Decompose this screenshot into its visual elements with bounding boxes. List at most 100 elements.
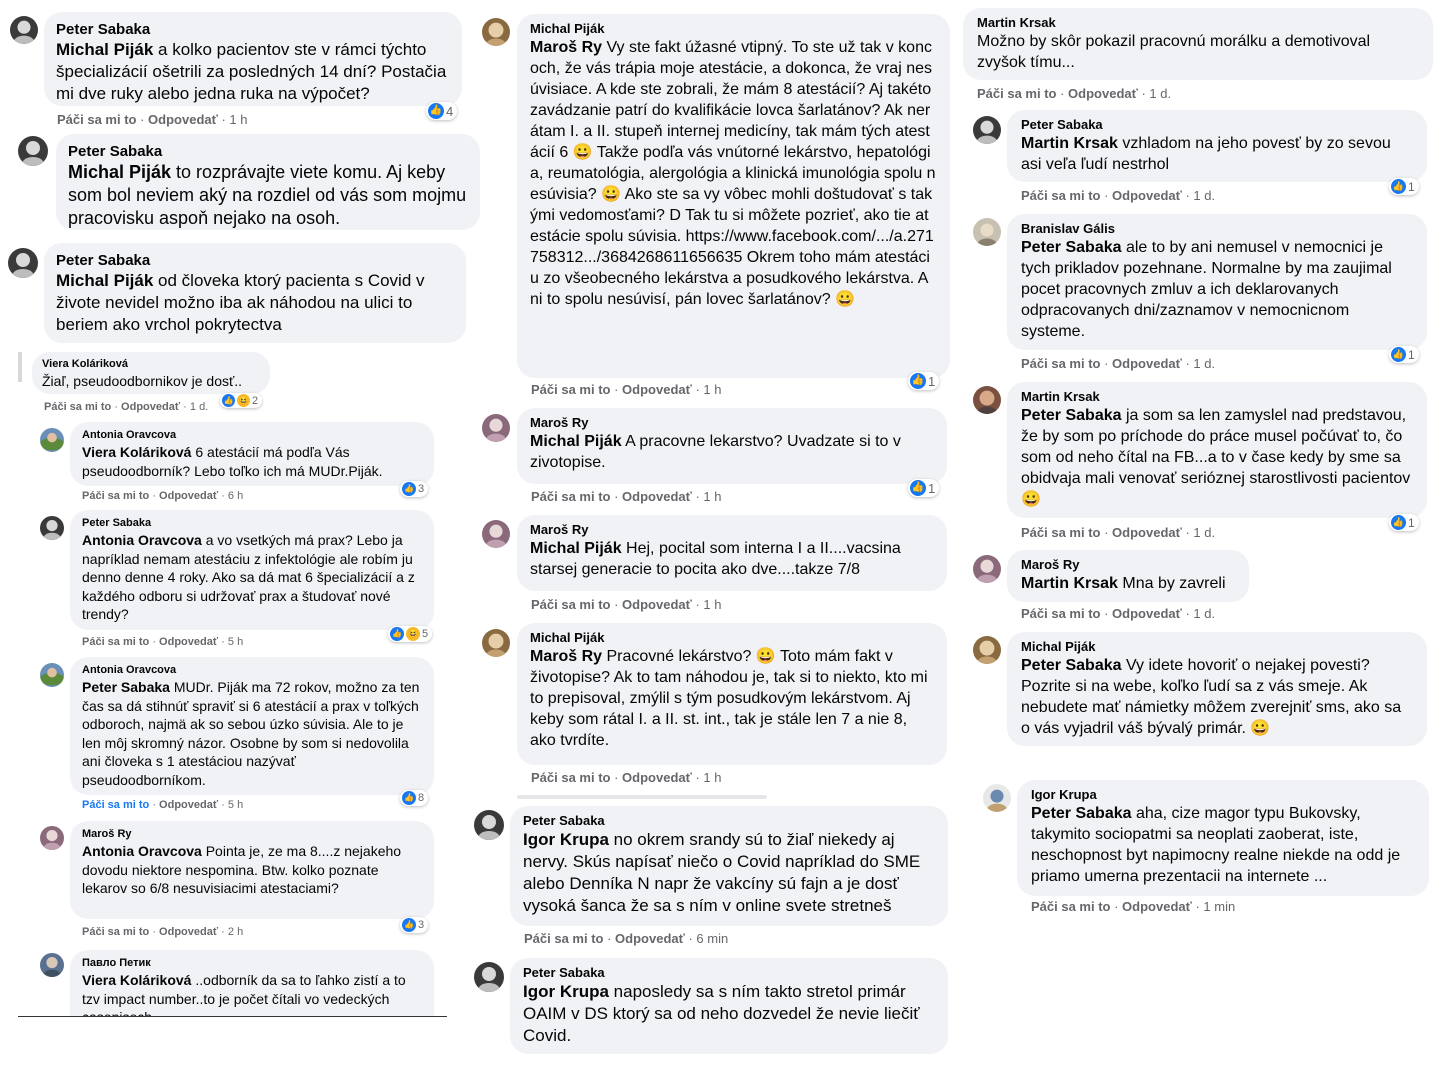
comment-author[interactable]: Antonia Oravcova	[82, 663, 422, 678]
reply-link[interactable]: Odpovedať	[622, 770, 692, 785]
reaction-count[interactable]: 👍 😆 2	[220, 393, 263, 408]
reaction-count[interactable]: 👍 3	[400, 917, 429, 933]
comment-mention[interactable]: Martin Krsak	[1021, 575, 1118, 592]
comment-mention[interactable]: Maroš Ry	[530, 648, 602, 665]
reply-link[interactable]: Odpovedať	[1112, 606, 1182, 621]
comment-time[interactable]: 6 h	[228, 490, 243, 502]
comment-author[interactable]: Martin Krsak	[977, 15, 1419, 31]
comment-mention[interactable]: Peter Sabaka	[1031, 805, 1132, 822]
comment-mention[interactable]: Viera Koláriková	[82, 444, 191, 460]
like-link[interactable]: Páči sa mi to	[531, 597, 610, 612]
comment-time[interactable]: 1 d.	[1193, 188, 1215, 203]
comment-time[interactable]: 1 d.	[190, 401, 208, 413]
comment-author[interactable]: Michal Piják	[530, 21, 937, 37]
like-link[interactable]: Páči sa mi to	[531, 770, 610, 785]
comment-author[interactable]: Igor Krupa	[1031, 787, 1415, 803]
comment-mention[interactable]: Peter Sabaka	[1021, 239, 1122, 256]
reply-link[interactable]: Odpovedať	[1122, 899, 1192, 914]
comment-mention[interactable]: Antonia Oravcova	[82, 843, 202, 859]
reply-link[interactable]: Odpovedať	[148, 112, 218, 127]
reaction-count[interactable]: 👍 1	[1389, 178, 1419, 195]
comment-author[interactable]: Peter Sabaka	[56, 20, 450, 39]
reply-link[interactable]: Odpovedať	[159, 490, 218, 502]
comment-mention[interactable]: Peter Sabaka	[1021, 657, 1122, 674]
reply-link[interactable]: Odpovedať	[622, 382, 692, 397]
comment-time[interactable]: 1 h	[703, 770, 721, 785]
comment-mention[interactable]: Michal Piják	[530, 540, 622, 557]
like-link[interactable]: Páči sa mi to	[524, 931, 603, 946]
like-link[interactable]: Páči sa mi to	[977, 86, 1056, 101]
avatar[interactable]	[474, 810, 504, 840]
like-link[interactable]: Páči sa mi to	[44, 401, 111, 413]
avatar[interactable]	[973, 555, 1001, 583]
comment-mention[interactable]: Peter Sabaka	[82, 679, 170, 695]
avatar[interactable]	[973, 116, 1001, 144]
comment-time[interactable]: 1 h	[229, 112, 247, 127]
reply-link[interactable]: Odpovedať	[622, 597, 692, 612]
comment-author[interactable]: Peter Sabaka	[68, 142, 468, 161]
reaction-count[interactable]: 👍 3	[400, 481, 429, 497]
comment-author[interactable]: Branislav Gális	[1021, 221, 1413, 237]
like-link[interactable]: Páči sa mi to	[82, 926, 149, 938]
avatar[interactable]	[482, 629, 510, 657]
avatar[interactable]	[482, 18, 510, 46]
comment-mention[interactable]: Michal Piják	[56, 271, 153, 290]
comment-time[interactable]: 5 h	[228, 636, 243, 648]
reply-link[interactable]: Odpovedať	[622, 489, 692, 504]
comment-mention[interactable]: Michal Piják	[68, 162, 171, 182]
comment-author[interactable]: Maroš Ry	[530, 415, 934, 431]
comment-author[interactable]: Viera Koláriková	[42, 357, 260, 372]
comment-mention[interactable]: Igor Krupa	[523, 982, 609, 1001]
comment-author[interactable]: Peter Sabaka	[82, 516, 422, 531]
comment-mention[interactable]: Antonia Oravcova	[82, 532, 202, 548]
reply-link[interactable]: Odpovedať	[159, 926, 218, 938]
avatar[interactable]	[40, 826, 64, 850]
comment-mention[interactable]: Viera Koláriková	[82, 972, 191, 988]
reply-link[interactable]: Odpovedať	[1068, 86, 1138, 101]
comment-time[interactable]: 1 d.	[1193, 606, 1215, 621]
comment-time[interactable]: 2 h	[228, 926, 243, 938]
like-link[interactable]: Páči sa mi to	[82, 636, 149, 648]
like-link[interactable]: Páči sa mi to	[1031, 899, 1110, 914]
comment-author[interactable]: Michal Piják	[530, 630, 934, 646]
comment-author[interactable]: Peter Sabaka	[523, 813, 935, 829]
like-link[interactable]: Páči sa mi to	[82, 799, 149, 811]
comment-time[interactable]: 1 min	[1203, 899, 1235, 914]
avatar[interactable]	[973, 218, 1001, 246]
comment-author[interactable]: Martin Krsak	[1021, 389, 1413, 405]
reply-link[interactable]: Odpovedať	[615, 931, 685, 946]
comment-time[interactable]: 1 d.	[1193, 356, 1215, 371]
like-link[interactable]: Páči sa mi to	[531, 489, 610, 504]
avatar[interactable]	[40, 428, 64, 452]
avatar[interactable]	[8, 248, 38, 278]
comment-mention[interactable]: Igor Krupa	[523, 830, 609, 849]
reply-link[interactable]: Odpovedať	[1112, 525, 1182, 540]
comment-author[interactable]: Maroš Ry	[82, 827, 422, 842]
avatar[interactable]	[10, 16, 38, 44]
avatar[interactable]	[40, 516, 64, 540]
like-link[interactable]: Páči sa mi to	[531, 382, 610, 397]
comment-time[interactable]: 6 min	[696, 931, 728, 946]
comment-mention[interactable]: Michal Piják	[530, 433, 622, 450]
comment-time[interactable]: 5 h	[228, 799, 243, 811]
avatar[interactable]	[40, 953, 64, 977]
reaction-count[interactable]: 👍 😆 5	[388, 626, 433, 642]
avatar[interactable]	[973, 386, 1001, 414]
reply-link[interactable]: Odpovedať	[121, 401, 180, 413]
comment-mention[interactable]: Michal Piják	[56, 40, 153, 59]
reaction-count[interactable]: 👍 1	[908, 479, 940, 497]
reaction-count[interactable]: 👍 1	[1389, 346, 1419, 363]
comment-time[interactable]: 1 h	[703, 597, 721, 612]
reaction-count[interactable]: 👍 8	[400, 790, 429, 806]
reaction-count[interactable]: 👍 4	[426, 102, 458, 120]
reply-link[interactable]: Odpovedať	[159, 636, 218, 648]
comment-mention[interactable]: Peter Sabaka	[1021, 407, 1122, 424]
comment-author[interactable]: Peter Sabaka	[523, 965, 935, 981]
like-link[interactable]: Páči sa mi to	[1021, 188, 1100, 203]
avatar[interactable]	[482, 520, 510, 548]
avatar[interactable]	[973, 636, 1001, 664]
comment-time[interactable]: 1 d.	[1193, 525, 1215, 540]
comment-author[interactable]: Павло Петик	[82, 956, 422, 971]
comment-author[interactable]: Maroš Ry	[1021, 557, 1235, 573]
reaction-count[interactable]: 👍 1	[908, 372, 940, 390]
